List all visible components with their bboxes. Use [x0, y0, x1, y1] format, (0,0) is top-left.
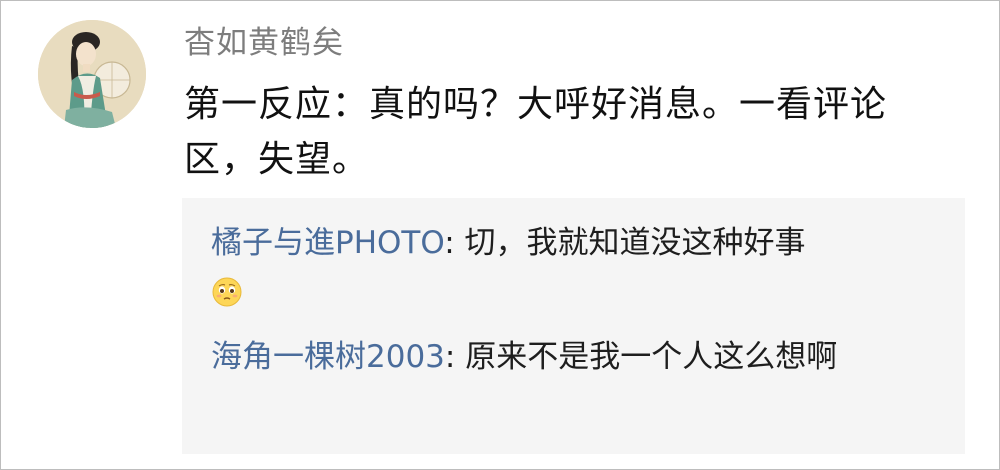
pleading-face-emoji-icon [212, 277, 242, 306]
reply-text: 切，我就知道没这种好事 [464, 225, 806, 261]
avatar[interactable] [38, 20, 146, 128]
comment-card: 杳如黄鹤矣 第一反应：真的吗？大呼好消息。一看评论区，失望。 橘子与進PHOTO… [0, 0, 1000, 470]
avatar-illustration [38, 20, 146, 128]
reply-item[interactable]: 橘子与進PHOTO: 切，我就知道没这种好事 [211, 218, 931, 318]
comment-text: 第一反应：真的吗？大呼好消息。一看评论区，失望。 [184, 84, 888, 180]
username[interactable]: 杳如黄鹤矣 [184, 21, 344, 65]
replies-panel: 橘子与進PHOTO: 切，我就知道没这种好事 海角一棵树2003: 原来不是我一… [182, 198, 965, 454]
reply-username[interactable]: 橘子与進PHOTO [211, 225, 444, 261]
reply-separator: : [444, 225, 465, 261]
reply-separator: : [444, 339, 466, 375]
reply-username[interactable]: 海角一棵树2003 [211, 339, 445, 375]
reply-text: 原来不是我一个人这么想啊 [465, 339, 838, 375]
reply-item[interactable]: 海角一棵树2003: 原来不是我一个人这么想啊 [211, 332, 931, 382]
